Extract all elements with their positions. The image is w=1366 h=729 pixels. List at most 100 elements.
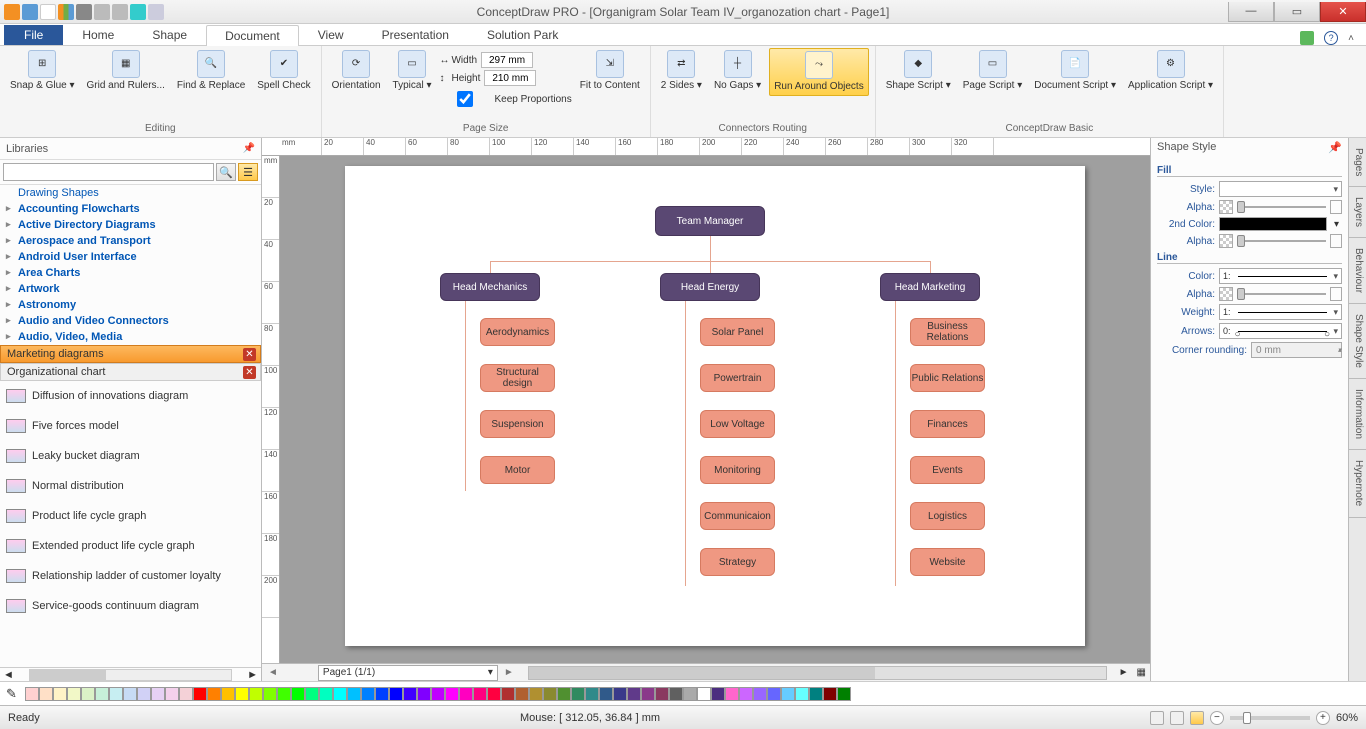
color-swatch[interactable]: [291, 687, 305, 701]
fit-content-button[interactable]: ⇲Fit to Content: [576, 48, 644, 94]
sidetab-information[interactable]: Information: [1349, 379, 1366, 450]
two-sides-button[interactable]: ⇄2 Sides ▾: [657, 48, 706, 94]
search-button[interactable]: 🔍: [216, 163, 236, 181]
color-swatch[interactable]: [81, 687, 95, 701]
panel-hscrollbar[interactable]: ◄►: [0, 667, 261, 681]
color-swatch[interactable]: [207, 687, 221, 701]
list-item[interactable]: Normal distribution: [0, 471, 261, 501]
tab-view[interactable]: View: [299, 24, 363, 45]
help-icon[interactable]: ?: [1324, 31, 1338, 45]
color-swatch[interactable]: [123, 687, 137, 701]
org-node[interactable]: Motor: [480, 456, 555, 484]
zoom-slider[interactable]: [1230, 716, 1310, 720]
section-marketing[interactable]: Marketing diagrams✕: [0, 345, 261, 363]
list-item[interactable]: Service-goods continuum diagram: [0, 591, 261, 621]
tab-document[interactable]: Document: [206, 25, 299, 46]
library-tree-item[interactable]: Astronomy: [0, 297, 261, 313]
org-node[interactable]: Strategy: [700, 548, 775, 576]
color-swatch[interactable]: [179, 687, 193, 701]
org-node[interactable]: Structural design: [480, 364, 555, 392]
qat-print-icon[interactable]: [76, 4, 92, 20]
color-swatch[interactable]: [473, 687, 487, 701]
color-swatch[interactable]: [221, 687, 235, 701]
color-swatch[interactable]: [655, 687, 669, 701]
close-icon[interactable]: ✕: [243, 366, 256, 379]
color-swatch[interactable]: [53, 687, 67, 701]
page-sheet[interactable]: Team Manager Head Mechanics Head Energy …: [345, 166, 1085, 646]
color-swatch[interactable]: [753, 687, 767, 701]
org-node[interactable]: Low Voltage: [700, 410, 775, 438]
color-swatch[interactable]: [459, 687, 473, 701]
corner-rounding-field[interactable]: 0 mm: [1251, 342, 1342, 358]
zoom-tool-icon[interactable]: [1170, 711, 1184, 725]
width-field[interactable]: [481, 52, 533, 68]
arrows-dropdown[interactable]: 0:○○: [1219, 323, 1342, 339]
org-node[interactable]: Finances: [910, 410, 985, 438]
shape-script-button[interactable]: ◆Shape Script ▾: [882, 48, 955, 94]
color-swatch[interactable]: [39, 687, 53, 701]
alpha-stepper[interactable]: [1330, 287, 1342, 301]
color-swatch[interactable]: [319, 687, 333, 701]
hand-tool-icon[interactable]: [1150, 711, 1164, 725]
close-icon[interactable]: ✕: [243, 348, 256, 361]
org-node[interactable]: Aerodynamics: [480, 318, 555, 346]
color-swatch[interactable]: [277, 687, 291, 701]
org-node[interactable]: Website: [910, 548, 985, 576]
typical-button[interactable]: ▭Typical ▾: [389, 48, 436, 94]
qat-new-icon[interactable]: [22, 4, 38, 20]
org-node[interactable]: Public Relations: [910, 364, 985, 392]
color-swatch[interactable]: [837, 687, 851, 701]
color-swatch[interactable]: [249, 687, 263, 701]
org-node[interactable]: Logistics: [910, 502, 985, 530]
color-swatch[interactable]: [543, 687, 557, 701]
zoom-in-button[interactable]: +: [1316, 711, 1330, 725]
color-swatch[interactable]: [767, 687, 781, 701]
color-swatch[interactable]: [823, 687, 837, 701]
org-node[interactable]: Business Relations: [910, 318, 985, 346]
minimize-button[interactable]: ―: [1228, 2, 1274, 22]
color-swatch[interactable]: [25, 687, 39, 701]
page-prev-button[interactable]: ◄: [262, 667, 284, 678]
org-node[interactable]: Head Energy: [660, 273, 760, 301]
library-tree-item[interactable]: Audio, Video, Media: [0, 329, 261, 345]
page-script-button[interactable]: ▭Page Script ▾: [959, 48, 1027, 94]
evernote-icon[interactable]: [1300, 31, 1314, 45]
color-swatch[interactable]: [725, 687, 739, 701]
diagram-list[interactable]: Diffusion of innovations diagram Five fo…: [0, 381, 261, 667]
org-node[interactable]: Communicaion: [700, 502, 775, 530]
color-swatch[interactable]: [375, 687, 389, 701]
color-swatch[interactable]: [137, 687, 151, 701]
color-swatch[interactable]: [781, 687, 795, 701]
scroll-end-button[interactable]: ►: [1115, 667, 1133, 678]
qat-undo-icon[interactable]: [94, 4, 110, 20]
library-tree-item[interactable]: Audio and Video Connectors: [0, 313, 261, 329]
split-button[interactable]: ▦: [1133, 667, 1150, 678]
line-weight-dropdown[interactable]: 1:: [1219, 304, 1342, 320]
qat-save-icon[interactable]: [58, 4, 74, 20]
snap-glue-button[interactable]: ⊞Snap & Glue ▾: [6, 48, 79, 94]
tab-home[interactable]: Home: [63, 24, 133, 45]
org-node[interactable]: Team Manager: [655, 206, 765, 236]
library-tree-item[interactable]: Aerospace and Transport: [0, 233, 261, 249]
color-swatch[interactable]: [739, 687, 753, 701]
color-swatch[interactable]: [487, 687, 501, 701]
list-item[interactable]: Diffusion of innovations diagram: [0, 381, 261, 411]
fit-page-icon[interactable]: [1190, 711, 1204, 725]
sidetab-behaviour[interactable]: Behaviour: [1349, 238, 1366, 304]
spell-check-button[interactable]: ✔Spell Check: [253, 48, 314, 94]
alpha-stepper[interactable]: [1330, 200, 1342, 214]
app-icon[interactable]: [4, 4, 20, 20]
grid-rulers-button[interactable]: ▦Grid and Rulers...: [83, 48, 169, 94]
org-node[interactable]: Monitoring: [700, 456, 775, 484]
canvas-hscrollbar[interactable]: [528, 666, 1107, 680]
maximize-button[interactable]: ▭: [1274, 2, 1320, 22]
line-alpha-slider[interactable]: [1237, 288, 1326, 300]
color-swatch[interactable]: [151, 687, 165, 701]
color-swatch[interactable]: [417, 687, 431, 701]
list-item[interactable]: Relationship ladder of customer loyalty: [0, 561, 261, 591]
tab-file[interactable]: File: [4, 25, 63, 45]
qat-open-icon[interactable]: [40, 4, 56, 20]
org-node[interactable]: Powertrain: [700, 364, 775, 392]
sidetab-hypernote[interactable]: Hypernote: [1349, 450, 1366, 517]
tab-solution-park[interactable]: Solution Park: [468, 24, 577, 45]
